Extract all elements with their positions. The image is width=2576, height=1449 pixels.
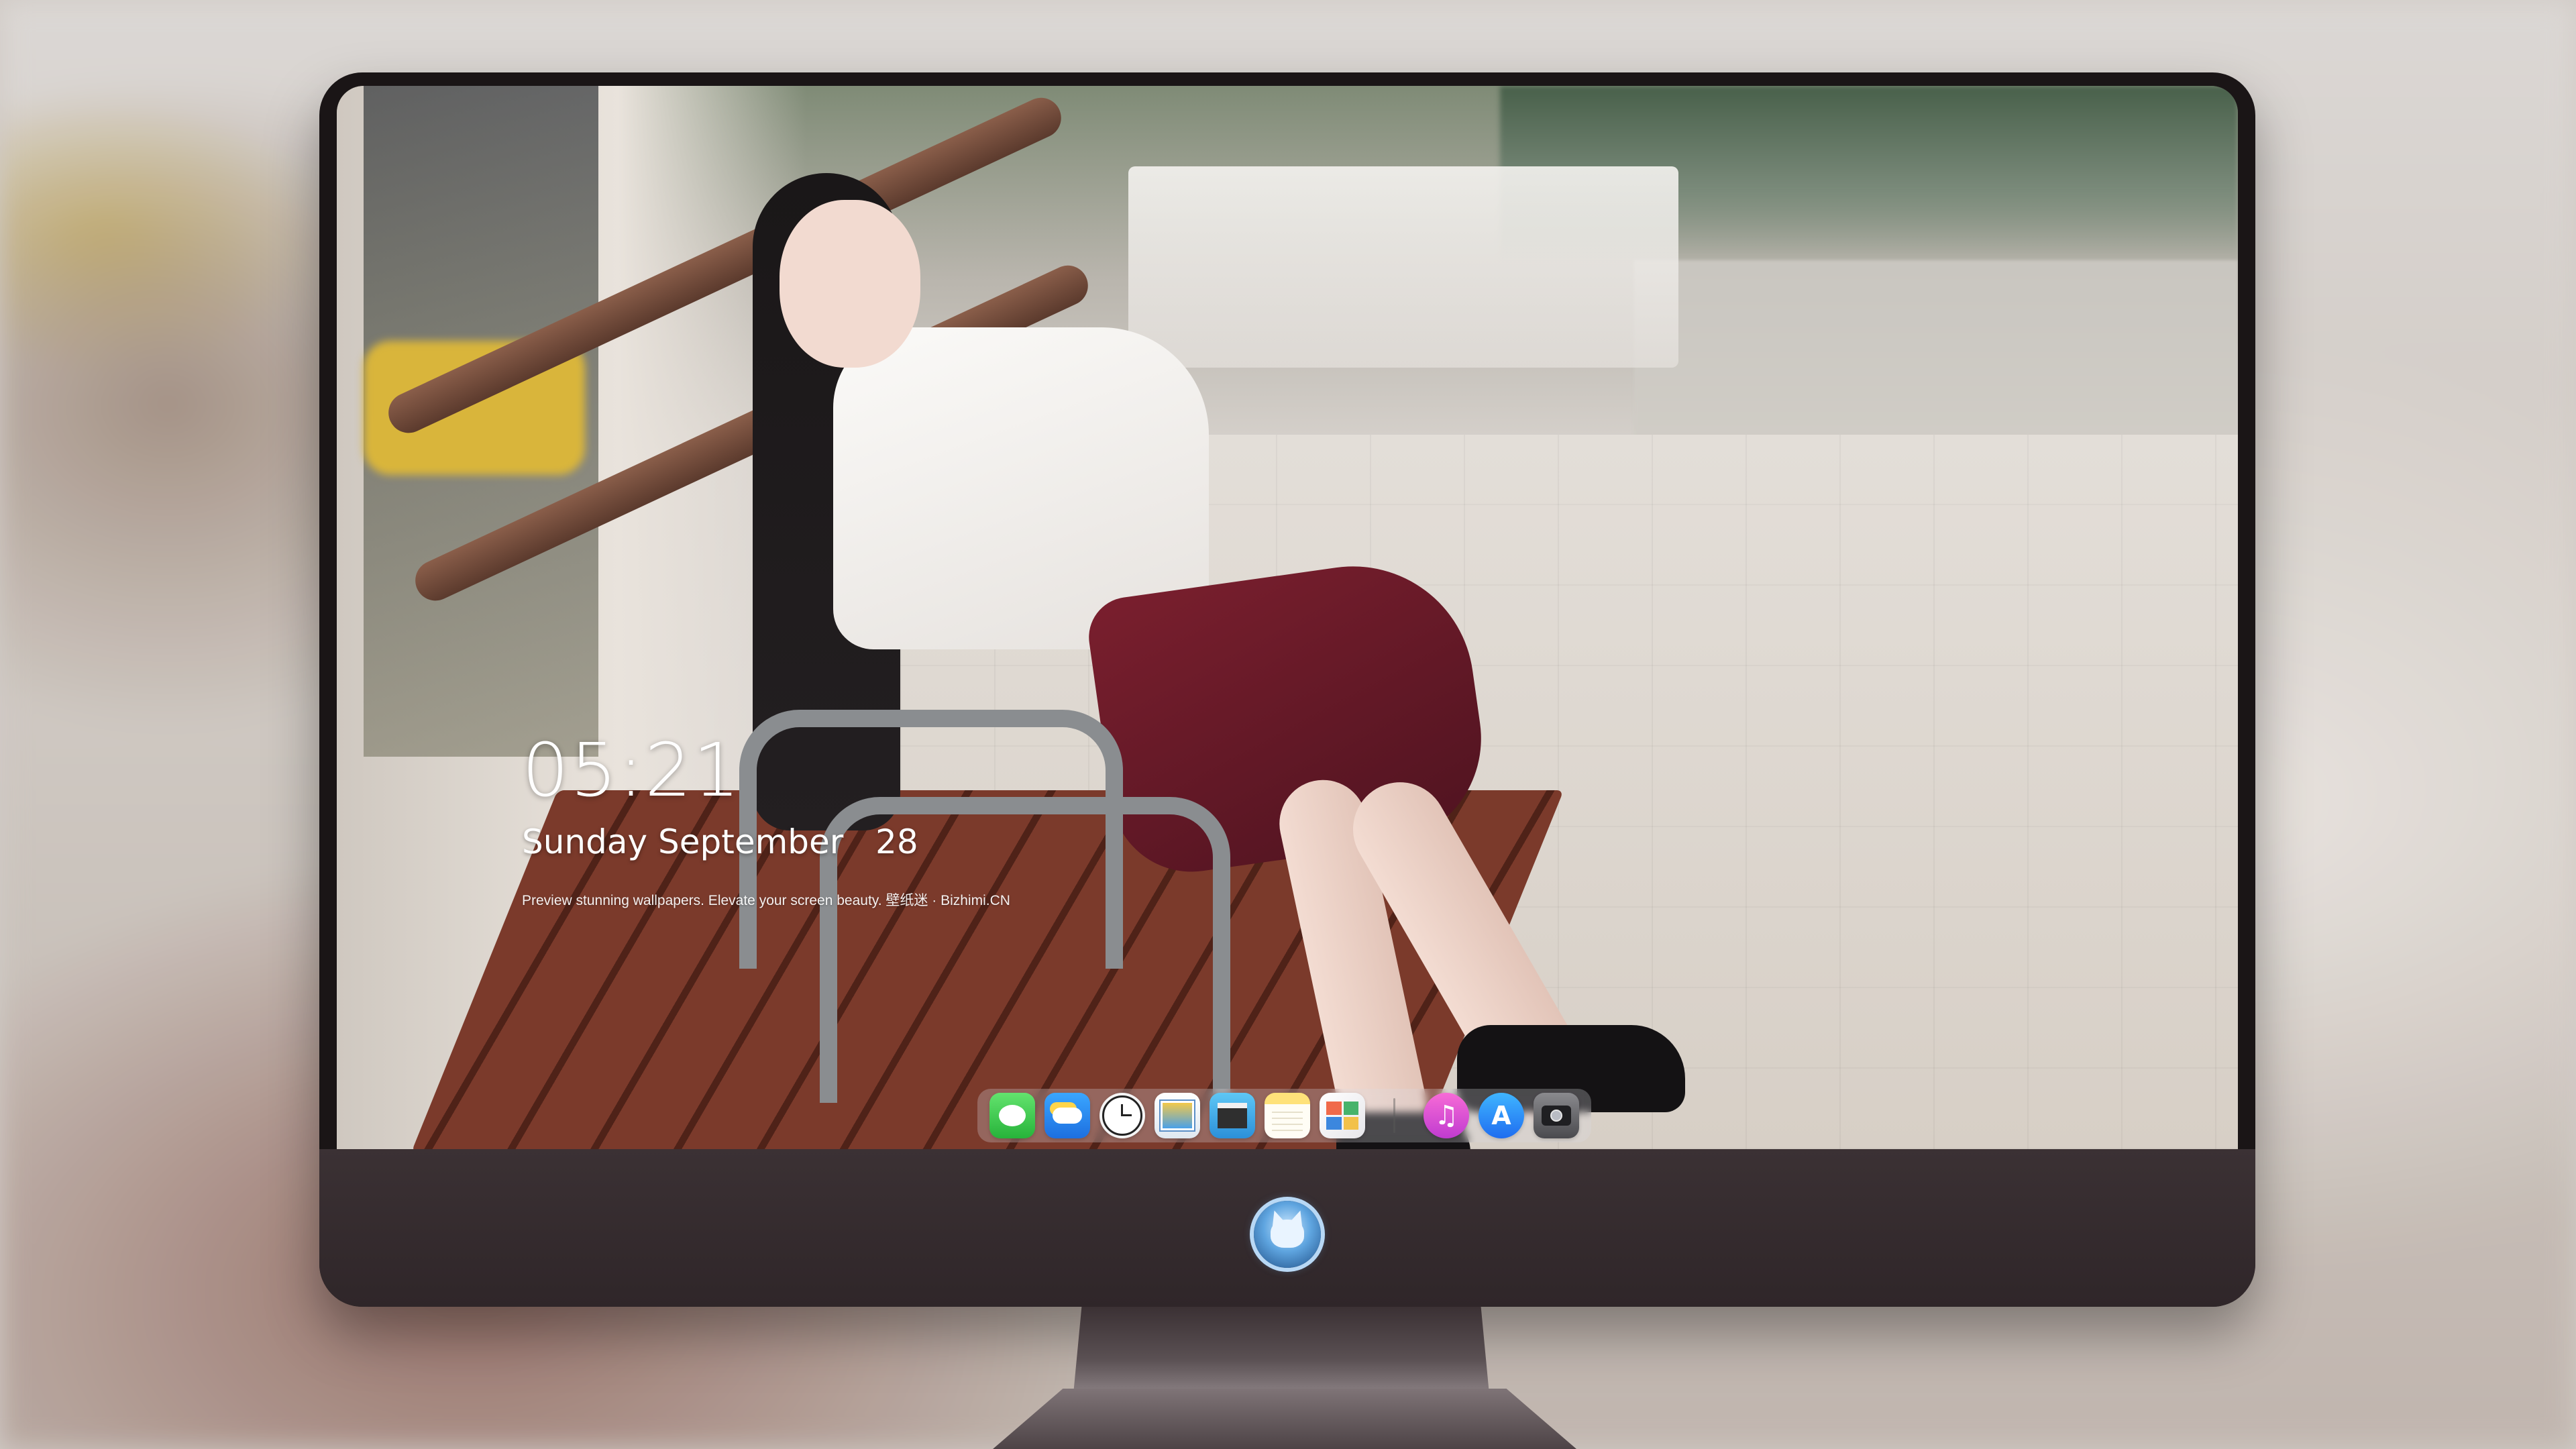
weather-icon[interactable] bbox=[1044, 1093, 1090, 1138]
monitor: 05:21 Sunday September 28 Preview stunni… bbox=[319, 72, 2255, 1307]
mascot-logo-icon bbox=[1254, 1201, 1321, 1268]
desktop-scene: 05:21 Sunday September 28 Preview stunni… bbox=[0, 0, 2576, 1449]
music-icon[interactable]: ♫ bbox=[1424, 1093, 1469, 1138]
photo-booth-tile bbox=[1326, 1116, 1342, 1130]
photo-booth-tile bbox=[1343, 1102, 1358, 1115]
weather-cloud bbox=[1053, 1108, 1082, 1124]
photo-booth-tile bbox=[1343, 1116, 1358, 1130]
messages-bubble bbox=[999, 1105, 1026, 1126]
clock-face bbox=[1102, 1095, 1142, 1136]
clips-icon[interactable] bbox=[1210, 1093, 1255, 1138]
dock: ♫ A bbox=[977, 1089, 1591, 1142]
app-store-glyph: A bbox=[1491, 1101, 1511, 1130]
clock-icon[interactable] bbox=[1099, 1093, 1145, 1138]
monitor-chin bbox=[319, 1149, 2255, 1307]
notes-icon[interactable] bbox=[1265, 1093, 1310, 1138]
lockscreen-time: 05:21 bbox=[522, 727, 742, 813]
notes-lines bbox=[1272, 1112, 1303, 1132]
music-glyph: ♫ bbox=[1434, 1100, 1458, 1131]
camera-body bbox=[1542, 1106, 1571, 1126]
clock-hand bbox=[1121, 1114, 1132, 1116]
preview-photo bbox=[1161, 1101, 1194, 1130]
photo-booth-grid bbox=[1326, 1102, 1358, 1130]
monitor-stand-neck bbox=[1073, 1307, 1489, 1394]
dock-separator bbox=[1393, 1098, 1395, 1133]
clips-clapper bbox=[1218, 1103, 1247, 1128]
messages-icon[interactable] bbox=[989, 1093, 1035, 1138]
camera-lens bbox=[1550, 1110, 1562, 1122]
lockscreen-tagline: Preview stunning wallpapers. Elevate you… bbox=[522, 893, 1010, 908]
camera-icon[interactable] bbox=[1534, 1093, 1579, 1138]
logo-face bbox=[1271, 1220, 1304, 1248]
person-head bbox=[780, 200, 920, 368]
photo-booth-icon[interactable] bbox=[1320, 1093, 1365, 1138]
lockscreen-date: Sunday September 28 bbox=[522, 822, 918, 861]
monitor-stand-base bbox=[993, 1389, 1576, 1449]
preview-icon[interactable] bbox=[1155, 1093, 1200, 1138]
app-store-icon[interactable]: A bbox=[1479, 1093, 1524, 1138]
photo-booth-tile bbox=[1326, 1102, 1342, 1115]
screen: 05:21 Sunday September 28 Preview stunni… bbox=[337, 86, 2238, 1149]
